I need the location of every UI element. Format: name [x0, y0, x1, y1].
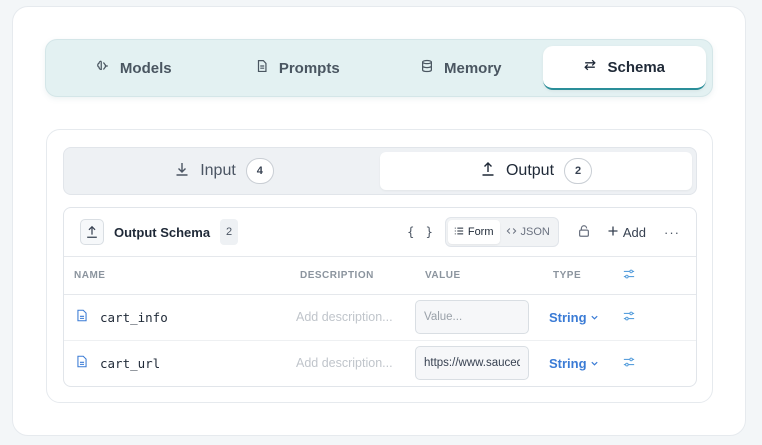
braces-icon[interactable]: { } — [407, 225, 435, 239]
type-select[interactable]: String — [543, 356, 623, 371]
io-tab-bar: Input 4 Output 2 — [63, 147, 697, 195]
tab-prompts-label: Prompts — [278, 59, 340, 77]
chevron-down-icon — [590, 356, 599, 371]
output-schema-box: Output Schema 2 { } Form JSON Add ··· NA… — [63, 207, 697, 387]
description-input[interactable]: Add description... — [290, 310, 400, 324]
json-view-button[interactable]: JSON — [500, 220, 556, 244]
upload-icon — [480, 161, 496, 182]
json-view-label: JSON — [520, 226, 550, 238]
tab-schema[interactable]: Schema — [542, 46, 706, 90]
tab-models[interactable]: Models — [52, 46, 216, 90]
tab-prompts[interactable]: Prompts — [216, 46, 380, 90]
value-input[interactable] — [415, 300, 529, 334]
document-icon — [255, 59, 269, 77]
col-header-type: TYPE — [543, 257, 623, 295]
lock-icon[interactable] — [577, 224, 593, 240]
sliders-icon[interactable] — [623, 269, 635, 283]
field-name[interactable]: cart_info — [100, 310, 168, 325]
tab-output[interactable]: Output 2 — [380, 152, 692, 190]
upload-icon — [80, 219, 104, 245]
schema-title: Output Schema — [114, 224, 211, 240]
chevron-down-icon — [590, 310, 599, 325]
tab-input[interactable]: Input 4 — [68, 152, 380, 190]
tab-schema-label: Schema — [607, 58, 666, 76]
output-count-badge: 2 — [564, 158, 593, 184]
form-view-button[interactable]: Form — [447, 220, 500, 244]
sliders-icon[interactable] — [623, 356, 635, 371]
form-view-label: Form — [467, 226, 494, 238]
add-label: Add — [622, 224, 646, 240]
tab-input-label: Input — [200, 162, 236, 179]
tab-models-label: Models — [119, 59, 172, 77]
view-toggle: Form JSON — [444, 217, 559, 247]
database-icon — [420, 59, 434, 77]
download-icon — [174, 161, 190, 182]
plus-icon — [607, 225, 619, 240]
value-input[interactable] — [415, 346, 529, 381]
add-field-button[interactable]: Add — [607, 225, 646, 240]
col-header-description: DESCRIPTION — [290, 257, 415, 295]
schema-table: NAME DESCRIPTION VALUE TYPE cart_info Ad… — [64, 257, 696, 386]
description-input[interactable]: Add description... — [290, 356, 400, 370]
type-label: String — [549, 309, 587, 325]
file-icon — [76, 309, 88, 325]
tab-memory-label: Memory — [443, 59, 502, 77]
type-select[interactable]: String — [543, 310, 623, 325]
col-header-value: VALUE — [415, 257, 543, 295]
top-tab-bar: Models Prompts Memory Schema — [45, 39, 713, 97]
code-icon — [506, 226, 517, 239]
sliders-icon[interactable] — [623, 310, 635, 325]
table-row: cart_url Add description... String — [64, 340, 696, 386]
schema-panel: Input 4 Output 2 Output Schema 2 { } For… — [46, 129, 713, 403]
col-header-settings — [623, 257, 696, 295]
table-row: cart_info Add description... String — [64, 294, 696, 341]
schema-count-badge: 2 — [220, 219, 239, 245]
brain-icon — [96, 59, 110, 77]
file-icon — [76, 355, 88, 371]
field-name[interactable]: cart_url — [100, 356, 160, 371]
list-icon — [454, 226, 464, 239]
swap-arrows-icon — [583, 58, 597, 76]
type-label: String — [549, 355, 587, 371]
schema-header: Output Schema 2 { } Form JSON Add ··· — [64, 208, 696, 257]
tab-output-label: Output — [505, 162, 555, 179]
more-options-icon[interactable]: ··· — [664, 225, 680, 240]
tab-memory[interactable]: Memory — [379, 46, 543, 90]
col-header-name: NAME — [64, 257, 290, 295]
input-count-badge: 4 — [245, 158, 274, 184]
